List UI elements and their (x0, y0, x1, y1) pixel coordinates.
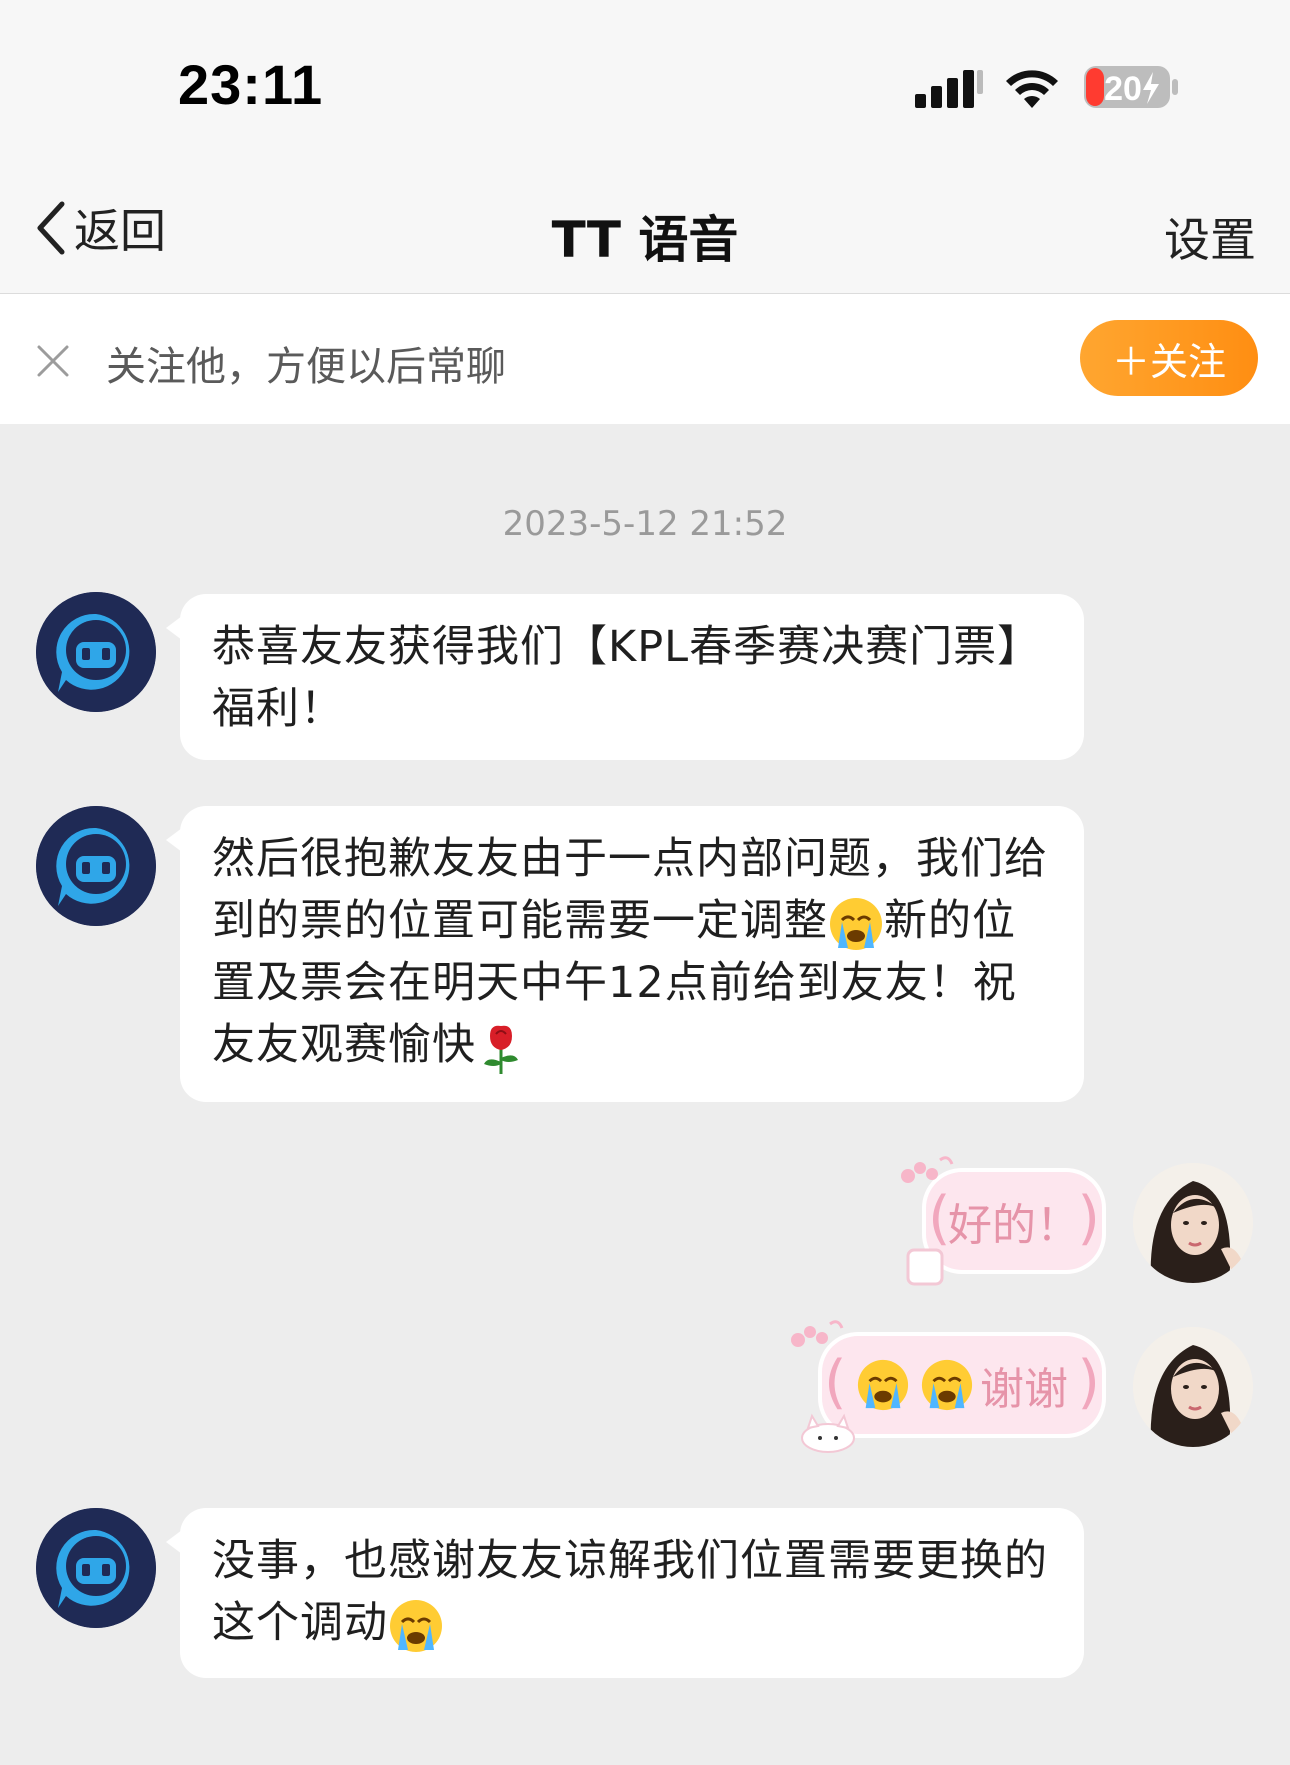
message-bubble[interactable]: ( 谢谢 ) (818, 1332, 1106, 1438)
wifi-icon (1006, 70, 1058, 108)
crying-face-icon (921, 1359, 973, 1411)
message-text: 恭喜友友获得我们【KPL春季赛决赛门票】福利！ (212, 622, 1042, 734)
follow-hint-text: 关注他，方便以后常聊 (106, 344, 506, 390)
message-bubble[interactable]: 恭喜友友获得我们【KPL春季赛决赛门票】福利！ (166, 594, 1084, 760)
user-avatar-icon (1133, 1163, 1253, 1283)
battery-icon: 20 (1084, 66, 1178, 108)
user-avatar-icon (1133, 1327, 1253, 1447)
nav-bar: 返回 TT 语音 设置 (0, 170, 1290, 294)
paren-right-icon: ) (1077, 1183, 1100, 1252)
crying-face-icon (390, 1599, 442, 1652)
message-bubble[interactable]: 然后很抱歉友友由于一点内部问题，我们给到的票的位置可能需要一定调整 新的位置及票… (166, 806, 1084, 1102)
battery-level: 20 (1104, 70, 1142, 108)
page-title: TT 语音 (551, 211, 739, 269)
rose-icon (484, 1025, 518, 1074)
close-icon[interactable] (36, 344, 70, 378)
cellular-signal-icon (915, 70, 983, 108)
bot-avatar-icon (36, 1508, 156, 1628)
cat-decoration-icon (801, 1413, 855, 1453)
avatar[interactable] (36, 592, 156, 712)
avatar[interactable] (36, 1508, 156, 1628)
chat-timestamp: 2023-5-12 21:52 (502, 504, 788, 544)
follow-button[interactable]: ＋关注 (1080, 320, 1258, 396)
avatar[interactable] (36, 806, 156, 926)
message-text: 谢谢 (980, 1364, 1068, 1415)
avatar[interactable] (1133, 1163, 1253, 1283)
cup-decoration-icon (906, 1248, 944, 1286)
settings-button[interactable]: 设置 (1164, 204, 1256, 270)
message-bubble[interactable]: 没事，也感谢友友谅解我们位置需要更换的这个调动 (166, 1508, 1084, 1678)
status-time: 23:11 (178, 53, 324, 116)
message-text: 没事，也感谢友友谅解我们位置需要更换的这个调动 (212, 1536, 1048, 1648)
paw-decoration-icon (791, 1320, 844, 1347)
follow-banner: 关注他，方便以后常聊 ＋关注 (0, 294, 1290, 424)
status-bar: 23:11 20 (0, 0, 1290, 170)
paren-right-icon: ) (1077, 1347, 1100, 1416)
paw-decoration-icon (901, 1156, 954, 1183)
bot-avatar-icon (36, 592, 156, 712)
bot-avatar-icon (36, 806, 156, 926)
avatar[interactable] (1133, 1327, 1253, 1447)
message-text: 好的！ (948, 1200, 1080, 1251)
crying-face-icon (830, 897, 882, 950)
crying-face-icon (857, 1359, 909, 1411)
